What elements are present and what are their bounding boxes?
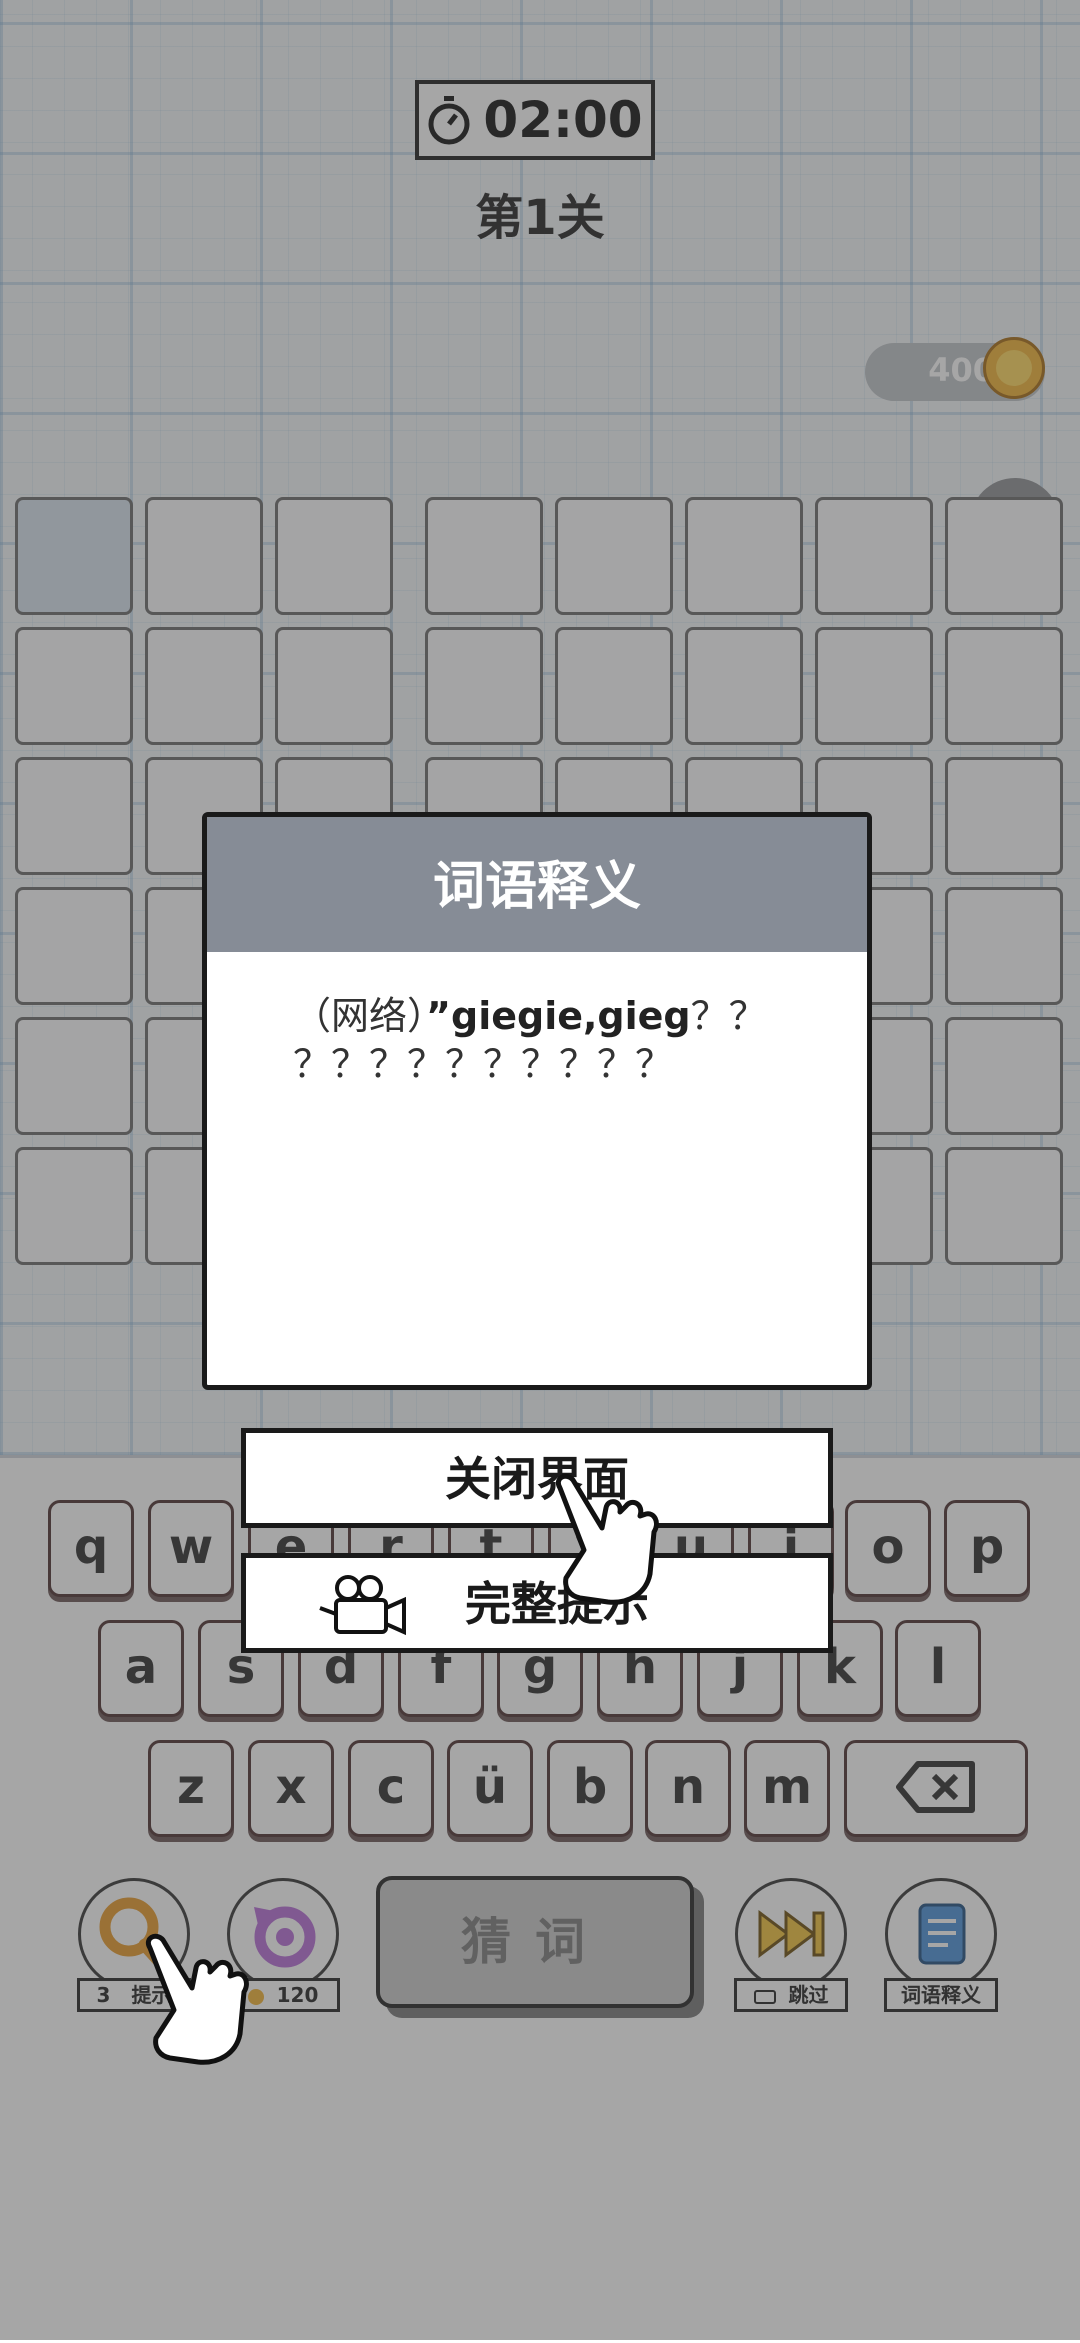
pointing-hand-icon [556, 1473, 659, 1605]
definition-term: ”giegie,gieg [426, 994, 691, 1038]
definition-dialog: 词语释义 （网络）”giegie,gieg？？ ？？？？？？？？？？ [202, 812, 872, 1390]
close-dialog-button[interactable]: 关闭界面 [241, 1428, 833, 1528]
video-camera-icon [319, 1575, 406, 1636]
dialog-body: （网络）”giegie,gieg？？ ？？？？？？？？？？ [207, 952, 867, 1088]
dialog-title: 词语释义 [207, 817, 867, 952]
definition-text-1: ？？ [690, 994, 767, 1038]
full-hint-button[interactable]: 完整提示 [241, 1553, 833, 1653]
pointing-hand-icon [146, 1933, 249, 2065]
definition-text-2: ？？？？？？？？？？ [293, 1042, 674, 1086]
definition-prefix: （网络） [293, 994, 427, 1038]
